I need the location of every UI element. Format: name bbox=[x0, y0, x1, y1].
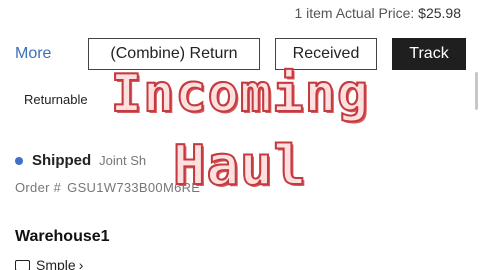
overlay-title-line2: Haul bbox=[172, 133, 308, 198]
actual-price-label: Actual Price: bbox=[335, 5, 415, 21]
overlay-title-line1: Incoming bbox=[110, 63, 370, 125]
more-link[interactable]: More bbox=[15, 45, 51, 63]
warehouse-title: Warehouse1 bbox=[15, 228, 110, 245]
sample-link[interactable]: Smple › bbox=[15, 257, 83, 270]
order-detail-page: 1 item Actual Price: $25.98 More (Combin… bbox=[0, 0, 480, 270]
sample-label: Smple bbox=[36, 257, 76, 270]
actual-price-value: $25.98 bbox=[418, 5, 461, 21]
package-icon bbox=[15, 259, 30, 270]
item-count: 1 item bbox=[294, 5, 333, 21]
price-summary: 1 item Actual Price: $25.98 bbox=[294, 5, 461, 21]
chevron-right-icon: › bbox=[78, 257, 84, 270]
